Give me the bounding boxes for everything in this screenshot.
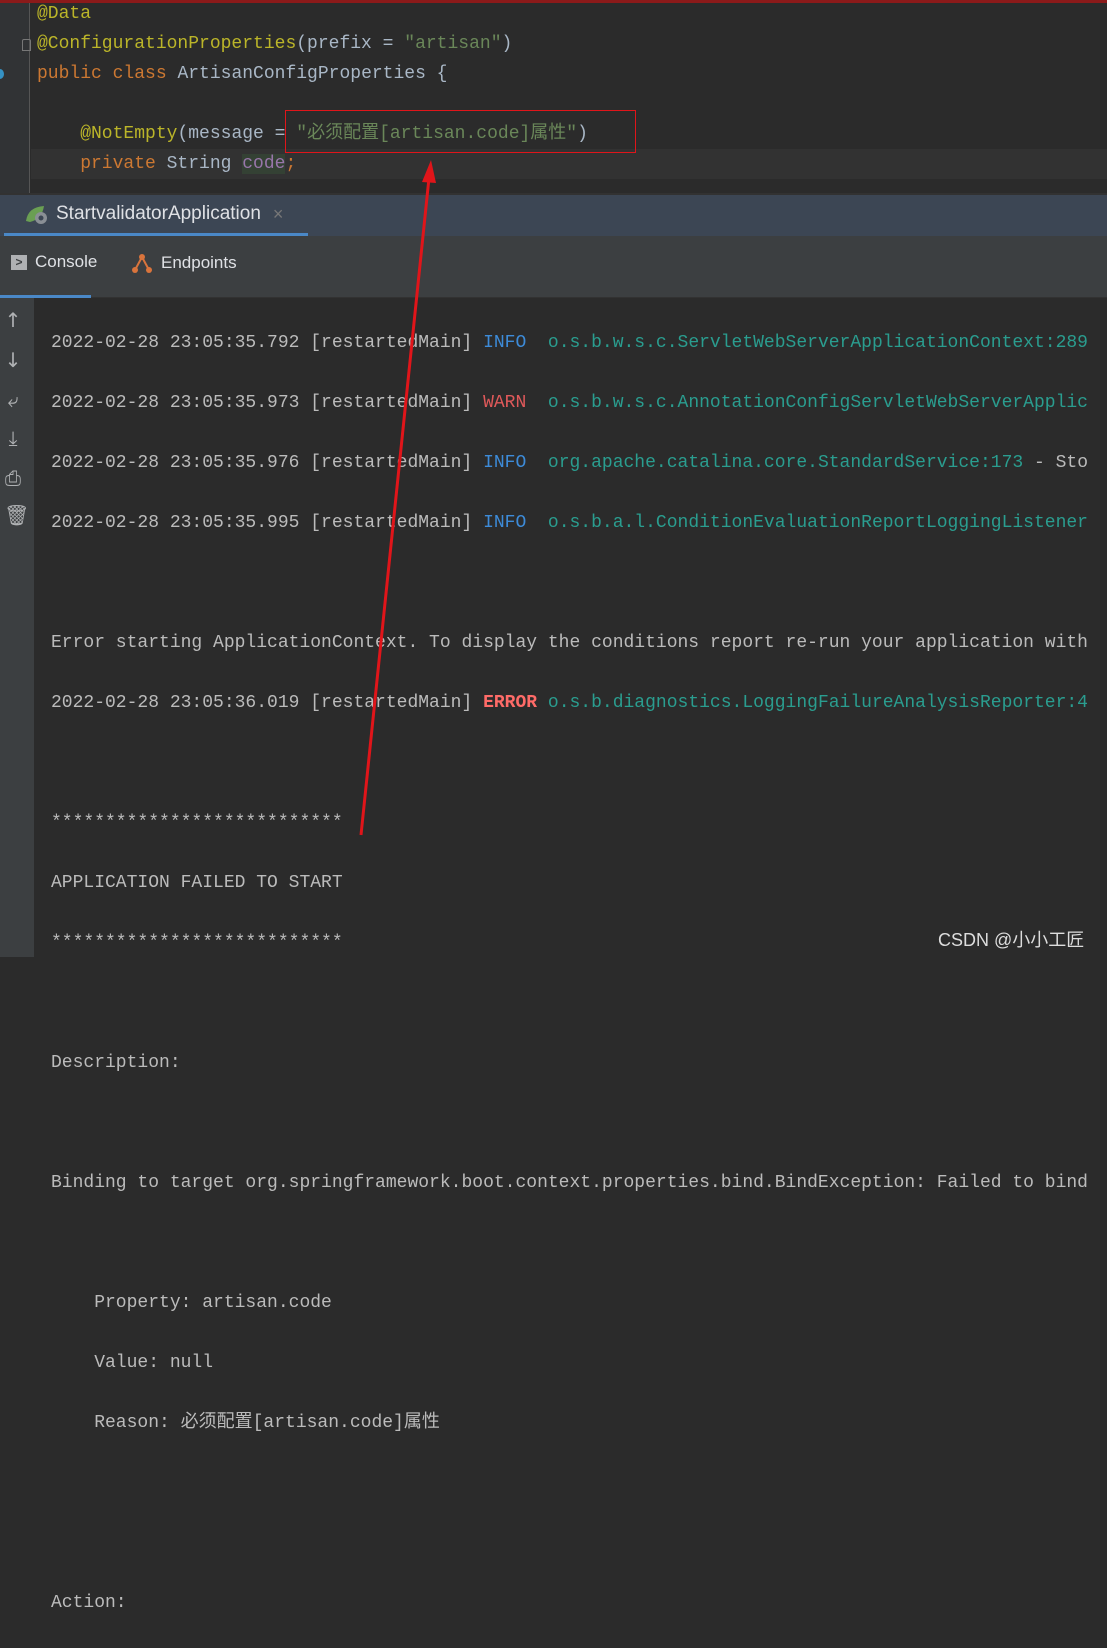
- arrow-head: [422, 160, 436, 183]
- watermark: CSDN @小小工匠: [938, 930, 1085, 950]
- binding-message: Binding to target org.springframework.bo…: [51, 1173, 1088, 1193]
- action-label: Action:: [51, 1593, 127, 1613]
- value-line: Value: null: [51, 1353, 214, 1373]
- description-label: Description:: [51, 1053, 181, 1073]
- property-line: Property: artisan.code: [51, 1293, 332, 1313]
- reason-line: Reason: 必须配置[artisan.code]属性: [51, 1413, 440, 1433]
- annotation-arrow: [359, 160, 436, 836]
- arrow-shaft: [359, 177, 431, 836]
